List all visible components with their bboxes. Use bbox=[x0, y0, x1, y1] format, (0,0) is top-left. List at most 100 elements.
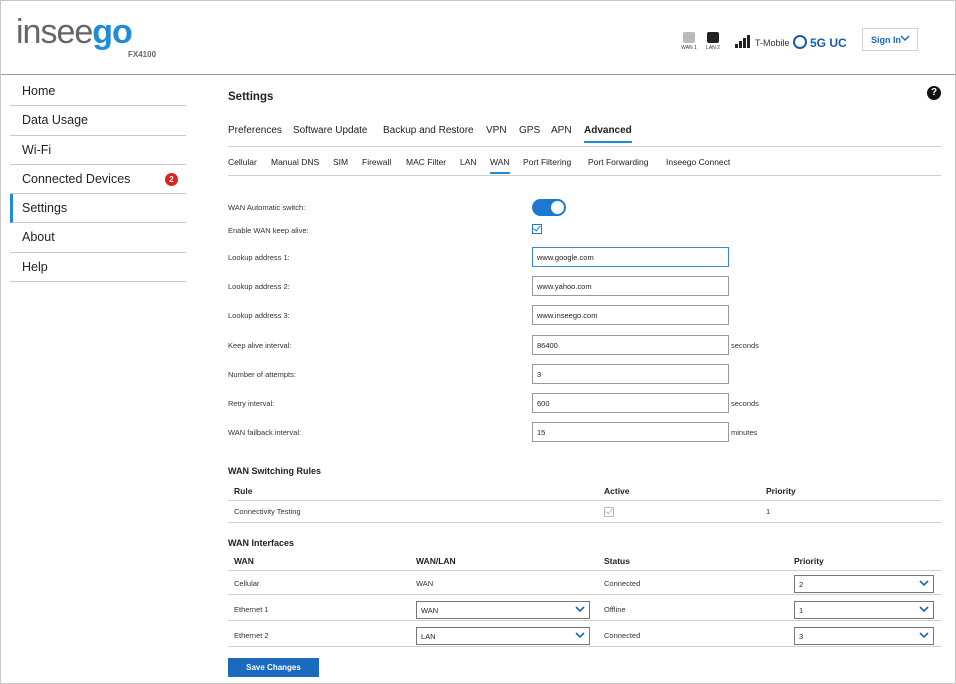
subtab-inseego-connect[interactable]: Inseego Connect bbox=[666, 157, 730, 172]
lookup3-label: Lookup address 3: bbox=[228, 311, 290, 320]
page-title: Settings bbox=[228, 91, 274, 103]
attempts-input[interactable]: 3 bbox=[532, 364, 729, 384]
lookup1-input[interactable]: www.google.com bbox=[532, 247, 729, 267]
table-row: Connectivity Testing 1 bbox=[228, 501, 941, 523]
lookup1-label: Lookup address 1: bbox=[228, 253, 290, 262]
sign-in-button[interactable]: Sign In bbox=[862, 28, 918, 51]
port-label: WAN 1 bbox=[681, 45, 697, 51]
sidebar-item-settings[interactable]: Settings bbox=[10, 194, 186, 224]
sidebar-item-data-usage[interactable]: Data Usage bbox=[10, 106, 186, 136]
sidebar-item-label: Settings bbox=[22, 201, 68, 216]
network-label: 5G UC bbox=[810, 36, 847, 50]
lookup3-input[interactable]: www.inseego.com bbox=[532, 305, 729, 325]
switching-rules-title: WAN Switching Rules bbox=[228, 466, 322, 476]
wan-auto-switch-toggle[interactable] bbox=[532, 199, 566, 216]
interface-mode: WAN bbox=[416, 579, 434, 588]
checkmark-icon bbox=[605, 506, 613, 515]
subtab-firewall[interactable]: Firewall bbox=[362, 157, 391, 172]
keep-alive-interval-label: Keep alive interval: bbox=[228, 341, 292, 350]
retry-interval-label: Retry interval: bbox=[228, 399, 275, 408]
subtab-mac-filter[interactable]: MAC Filter bbox=[406, 157, 446, 172]
chevron-down-icon bbox=[918, 577, 930, 591]
priority-select[interactable]: 1 bbox=[794, 601, 934, 619]
col-priority: Priority bbox=[766, 486, 796, 496]
save-changes-button[interactable]: Save Changes bbox=[228, 658, 319, 677]
tab-apn[interactable]: APN bbox=[551, 125, 572, 141]
table-row: Ethernet 2 LAN Connected 3 bbox=[228, 625, 941, 647]
5g-logo-icon bbox=[793, 35, 807, 49]
tab-gps[interactable]: GPS bbox=[519, 125, 540, 141]
tab-advanced[interactable]: Advanced bbox=[584, 125, 632, 143]
failback-unit: minutes bbox=[731, 428, 758, 437]
wan-interfaces-header: WAN WAN/LAN Status Priority bbox=[228, 551, 941, 571]
interface-name: Cellular bbox=[234, 579, 260, 588]
table-row: Ethernet 1 WAN Offline 1 bbox=[228, 599, 941, 621]
lan2-port-indicator: LAN 2 bbox=[704, 32, 722, 51]
lookup2-label: Lookup address 2: bbox=[228, 282, 290, 291]
chevron-down-icon bbox=[574, 603, 586, 617]
subtab-sim[interactable]: SIM bbox=[333, 157, 348, 172]
switching-rules-header: Rule Active Priority bbox=[228, 481, 941, 501]
keep-alive-interval-input[interactable]: 86400 bbox=[532, 335, 729, 355]
wan-interfaces-title: WAN Interfaces bbox=[228, 538, 295, 548]
device-model: FX4100 bbox=[128, 50, 157, 59]
ethernet-port-icon bbox=[707, 32, 719, 43]
device-count-badge: 2 bbox=[165, 172, 178, 186]
interface-status: Offline bbox=[604, 605, 626, 614]
tab-software-update[interactable]: Software Update bbox=[293, 125, 368, 141]
select-value: 2 bbox=[799, 580, 804, 589]
help-icon[interactable]: ? bbox=[927, 86, 941, 100]
subtab-port-forwarding[interactable]: Port Forwarding bbox=[588, 157, 648, 172]
sidebar-item-label: About bbox=[22, 230, 55, 245]
attempts-label: Number of attempts: bbox=[228, 370, 296, 379]
keep-alive-checkbox[interactable] bbox=[532, 223, 542, 234]
keep-alive-unit: seconds bbox=[731, 341, 759, 350]
priority-select[interactable]: 3 bbox=[794, 627, 934, 645]
select-value: WAN bbox=[421, 606, 439, 615]
subtab-cellular[interactable]: Cellular bbox=[228, 157, 257, 172]
col-status: Status bbox=[604, 556, 630, 566]
subtab-wan[interactable]: WAN bbox=[490, 157, 510, 174]
subtab-lan[interactable]: LAN bbox=[460, 157, 477, 172]
rule-name: Connectivity Testing bbox=[234, 507, 301, 516]
settings-tabs: Preferences Software Update Backup and R… bbox=[228, 125, 941, 147]
wanlan-select[interactable]: WAN bbox=[416, 601, 590, 619]
retry-interval-input[interactable]: 600 bbox=[532, 393, 729, 413]
sidebar-item-connected-devices[interactable]: Connected Devices 2 bbox=[10, 165, 186, 195]
sidebar-item-help[interactable]: Help bbox=[10, 253, 186, 283]
col-active: Active bbox=[604, 486, 630, 496]
sidebar-item-about[interactable]: About bbox=[10, 223, 186, 253]
network-type: 5G UC bbox=[793, 35, 847, 50]
tab-vpn[interactable]: VPN bbox=[486, 125, 507, 141]
tab-preferences[interactable]: Preferences bbox=[228, 125, 282, 141]
interface-status: Connected bbox=[604, 579, 641, 588]
sidebar-item-wifi[interactable]: Wi-Fi bbox=[10, 136, 186, 165]
sidebar-item-label: Help bbox=[22, 259, 48, 274]
advanced-subtabs: Cellular Manual DNS SIM Firewall MAC Fil… bbox=[228, 157, 941, 176]
rule-priority: 1 bbox=[766, 507, 771, 516]
app-window: inseego FX4100 WAN 1 LAN 2 T-Mobile 5G U… bbox=[0, 0, 956, 684]
inseego-logo[interactable]: inseego bbox=[16, 13, 133, 52]
subtab-port-filtering[interactable]: Port Filtering bbox=[523, 157, 571, 172]
subtab-manual-dns[interactable]: Manual DNS bbox=[271, 157, 319, 172]
priority-select[interactable]: 2 bbox=[794, 575, 934, 593]
sidebar-item-label: Data Usage bbox=[22, 113, 89, 128]
toggle-knob bbox=[551, 201, 564, 214]
select-value: 3 bbox=[799, 632, 804, 641]
sidebar-nav: Home Data Usage Wi-Fi Connected Devices 2… bbox=[10, 77, 186, 283]
interface-name: Ethernet 1 bbox=[234, 605, 269, 614]
sidebar-item-label: Connected Devices bbox=[22, 171, 131, 186]
retry-unit: seconds bbox=[731, 399, 759, 408]
rule-active-checkbox bbox=[604, 506, 614, 517]
col-wan: WAN bbox=[234, 556, 254, 566]
tab-backup-restore[interactable]: Backup and Restore bbox=[383, 125, 474, 141]
logo-text-a: insee bbox=[16, 13, 93, 51]
failback-interval-input[interactable]: 15 bbox=[532, 422, 729, 442]
sidebar-item-label: Home bbox=[22, 84, 56, 98]
checkmark-icon bbox=[533, 223, 541, 232]
top-header: inseego FX4100 WAN 1 LAN 2 T-Mobile 5G U… bbox=[1, 1, 956, 75]
sidebar-item-home[interactable]: Home bbox=[10, 77, 186, 107]
lookup2-input[interactable]: www.yahoo.com bbox=[532, 276, 729, 296]
chevron-down-icon bbox=[918, 603, 930, 617]
wanlan-select[interactable]: LAN bbox=[416, 627, 590, 645]
